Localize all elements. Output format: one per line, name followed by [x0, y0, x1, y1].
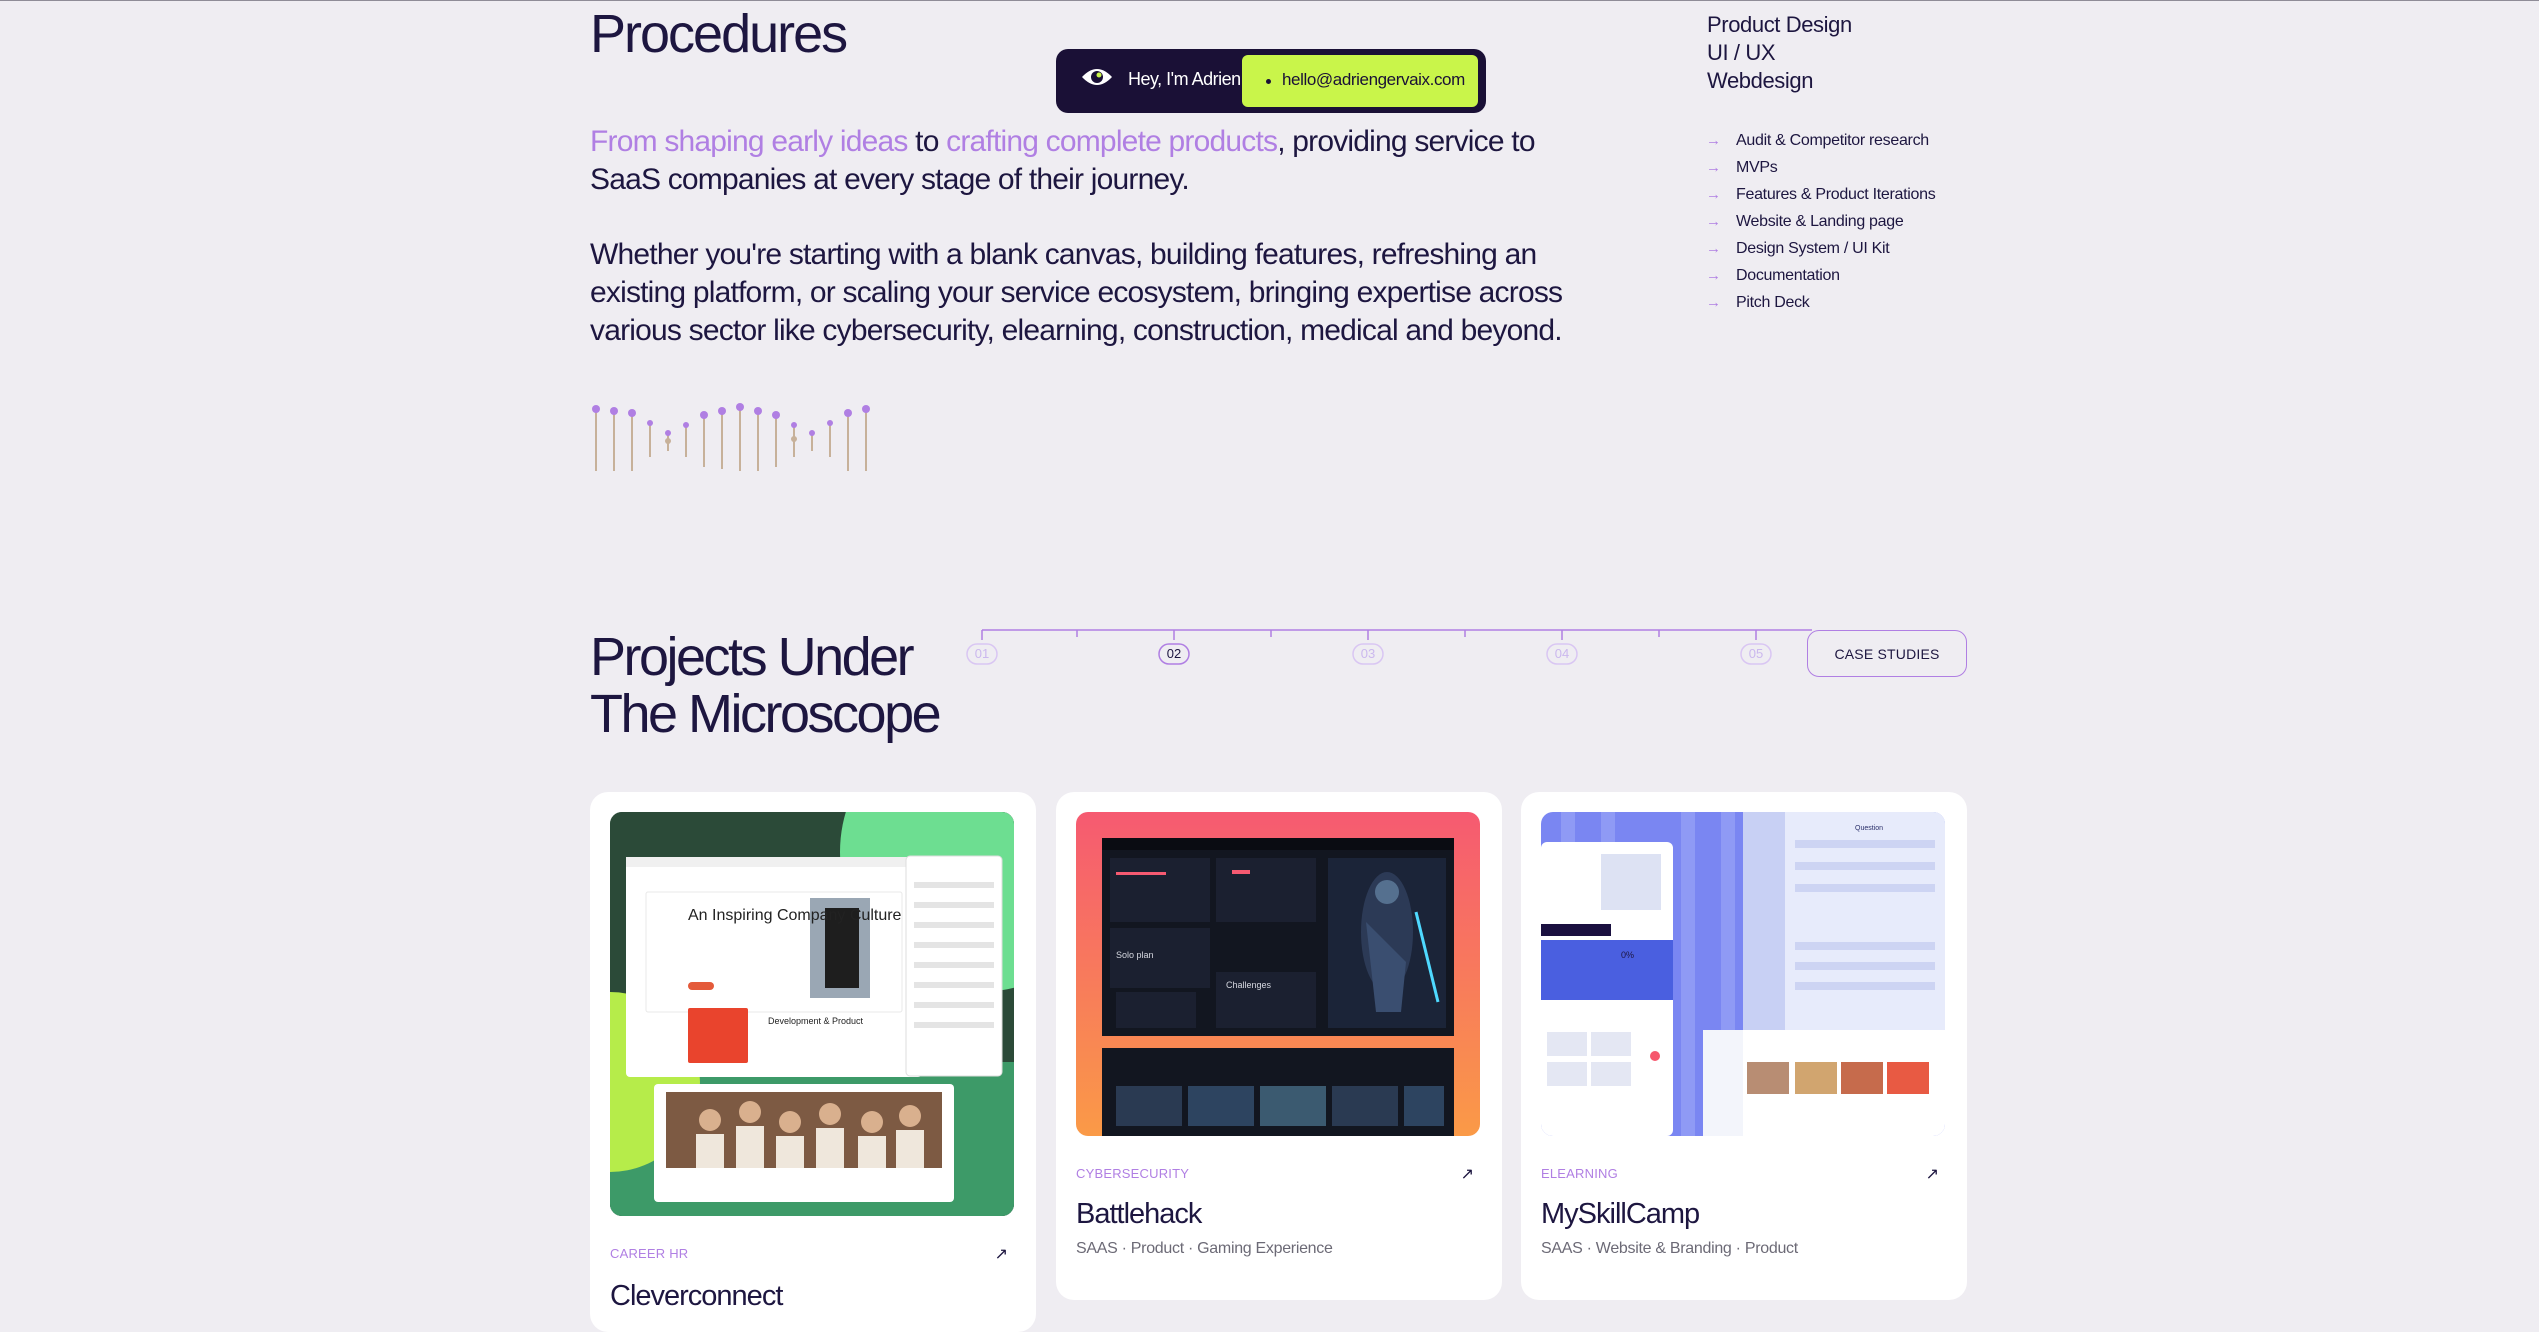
- service-list: → Audit & Competitor research → MVPs → Feat…: [1706, 127, 1936, 316]
- service-titles: Product Design UI / UX Webdesign: [1707, 11, 1852, 95]
- greeting-text: Hey, I'm Adrien: [1128, 69, 1241, 89]
- arrow-up-right-icon[interactable]: ↗: [1461, 1164, 1474, 1184]
- battlehack-mockup: Solo plan Challenges: [1076, 812, 1480, 1136]
- project-meta: SAAS · Website & Branding · Product: [1541, 1240, 1798, 1257]
- procedures-intro: From shaping early ideas to crafting com…: [590, 123, 1590, 199]
- procedures-paragraph: Whether you're starting with a blank can…: [590, 238, 1563, 347]
- email-text[interactable]: hello@adriengervaix.com: [1282, 70, 1465, 90]
- project-category: CYBERSECURITY: [1076, 1166, 1190, 1181]
- step-label: 03: [1361, 646, 1375, 661]
- service-title: UI / UX: [1707, 40, 1776, 65]
- arrow-right-icon: →: [1706, 240, 1721, 257]
- service-title: Product Design: [1707, 12, 1852, 37]
- project-name[interactable]: Cleverconnect: [610, 1280, 783, 1313]
- procedures-title: Procedures: [590, 4, 848, 64]
- thumb-label: 0%: [1621, 950, 1634, 960]
- project-thumbnail: Question 0%: [1541, 812, 1945, 1136]
- step-02-active[interactable]: 02: [1158, 643, 1190, 665]
- status-dot: [1266, 79, 1271, 84]
- service-title: Webdesign: [1707, 68, 1814, 93]
- arrow-up-right-icon[interactable]: ↗: [995, 1244, 1008, 1264]
- projects-title: Projects Under The Microscope: [590, 627, 942, 744]
- decorative-pins: [592, 403, 870, 471]
- project-thumbnail: An Inspiring Company Culture Development…: [610, 812, 1014, 1216]
- thumb-label: Question: [1855, 825, 1883, 832]
- service-item: → Website & Landing page: [1706, 212, 1904, 231]
- projects-title-line-2: The Microscope: [590, 684, 942, 744]
- step-label: 01: [975, 646, 989, 661]
- contact-pill[interactable]: Hey, I'm Adrien hello@adriengervaix.com: [1056, 49, 1486, 113]
- project-category: ELEARNING: [1541, 1166, 1618, 1181]
- service-item: → Documentation: [1706, 266, 1840, 285]
- step-05[interactable]: 05: [1740, 643, 1772, 665]
- arrow-right-icon: →: [1706, 294, 1721, 311]
- case-studies-button[interactable]: CASE STUDIES: [1807, 630, 1967, 677]
- arrow-right-icon: →: [1706, 186, 1721, 203]
- service-item: → Design System / UI Kit: [1706, 239, 1890, 258]
- project-meta: SAAS · Product · Gaming Experience: [1076, 1240, 1333, 1257]
- thumb-label: Solo plan: [1116, 950, 1154, 960]
- thumb-headline: An Inspiring Company Culture: [688, 907, 902, 924]
- arrow-right-icon: →: [1706, 267, 1721, 284]
- service-item: → Features & Product Iterations: [1706, 185, 1936, 204]
- thumb-subheadline: Development & Product: [768, 1016, 864, 1026]
- myskillcamp-mockup: Question 0%: [1541, 812, 1945, 1136]
- projects-title-line-1: Projects Under: [590, 627, 915, 687]
- project-card-battlehack[interactable]: Solo plan Challenges CYBERSECURITY ↗ Bat…: [1056, 792, 1502, 1300]
- arrow-right-icon: →: [1706, 213, 1721, 230]
- project-card-cleverconnect[interactable]: An Inspiring Company Culture Development…: [590, 792, 1036, 1332]
- arrow-right-icon: →: [1706, 159, 1721, 176]
- email-button[interactable]: hello@adriengervaix.com: [1242, 55, 1478, 107]
- project-name[interactable]: MySkillCamp: [1541, 1198, 1700, 1231]
- step-04[interactable]: 04: [1546, 643, 1578, 665]
- project-category: CAREER HR: [610, 1246, 689, 1261]
- step-label: 05: [1749, 646, 1763, 661]
- arrow-right-icon: →: [1706, 132, 1721, 149]
- cleverconnect-mockup: An Inspiring Company Culture Development…: [610, 812, 1014, 1216]
- project-name[interactable]: Battlehack: [1076, 1198, 1202, 1231]
- intro-highlight-1: From shaping early ideas: [590, 125, 908, 158]
- service-item: → Pitch Deck: [1706, 293, 1810, 312]
- thumb-label: Challenges: [1226, 980, 1272, 990]
- arrow-up-right-icon[interactable]: ↗: [1926, 1164, 1939, 1184]
- project-thumbnail: Solo plan Challenges: [1076, 812, 1480, 1136]
- eye-icon: [1082, 69, 1112, 85]
- step-01[interactable]: 01: [966, 643, 998, 665]
- step-03[interactable]: 03: [1352, 643, 1384, 665]
- service-item: → Audit & Competitor research: [1706, 131, 1929, 150]
- intro-highlight-2: crafting complete products: [946, 125, 1278, 158]
- step-label: 02: [1167, 646, 1181, 661]
- project-card-myskillcamp[interactable]: Question 0% ELEARNING ↗ MySkillCamp SAAS…: [1521, 792, 1967, 1300]
- intro-mid: to: [907, 125, 947, 158]
- step-label: 04: [1555, 646, 1569, 661]
- service-item: → MVPs: [1706, 158, 1778, 177]
